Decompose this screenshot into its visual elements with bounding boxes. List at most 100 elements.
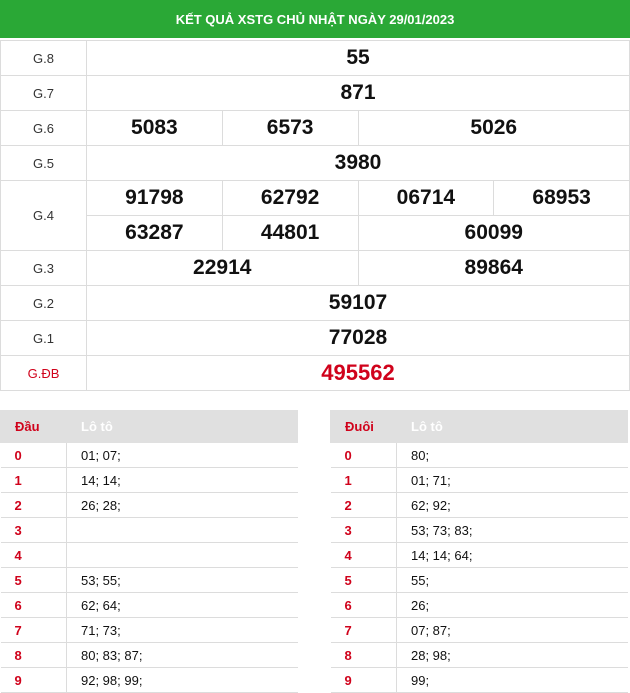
row-loto-values: 14; 14; 64;	[396, 542, 628, 568]
row-digit: 3	[0, 517, 67, 543]
row-loto-values: 80; 83; 87;	[66, 642, 298, 668]
row-digit: 3	[330, 517, 397, 543]
row-digit: 0	[0, 442, 67, 468]
table-row: 3	[0, 517, 298, 543]
prize-number: 44801	[221, 215, 359, 251]
prize-label: G.6	[0, 110, 87, 146]
row-digit: 2	[330, 492, 397, 518]
table-row: 1 01; 71;	[330, 467, 628, 493]
row-loto-values: 92; 98; 99;	[66, 667, 298, 693]
row-digit: 4	[0, 542, 67, 568]
prize-number: 91798	[86, 180, 223, 216]
prize-row-g5: G.5 3980	[0, 145, 630, 181]
row-loto-values: 28; 98;	[396, 642, 628, 668]
duoi-header: Đuôi	[330, 410, 397, 443]
row-digit: 7	[0, 617, 67, 643]
prize-row-g4: G.4 91798 62792 06714 68953	[0, 180, 630, 251]
table-row: 8 80; 83; 87;	[0, 642, 298, 668]
row-loto-values: 01; 71;	[396, 467, 628, 493]
prize-number: 5026	[357, 110, 630, 146]
prize-label-special: G.ĐB	[0, 355, 87, 391]
row-digit: 7	[330, 617, 397, 643]
prize-label: G.2	[0, 285, 87, 321]
row-digit: 8	[330, 642, 397, 668]
table-row: 1 14; 14;	[0, 467, 298, 493]
prize-row-g7: G.7 871	[0, 75, 630, 111]
row-loto-values: 26; 28;	[66, 492, 298, 518]
table-row: 9 92; 98; 99;	[0, 667, 298, 693]
row-loto-values: 62; 64;	[66, 592, 298, 618]
row-digit: 6	[330, 592, 397, 618]
row-loto-values: 26;	[396, 592, 628, 618]
prize-number: 22914	[86, 250, 359, 286]
special-prize-number: 495562	[86, 355, 630, 391]
loto-header: Lô tô	[396, 410, 628, 443]
row-digit: 1	[330, 467, 397, 493]
row-digit: 4	[330, 542, 397, 568]
prize-label: G.5	[0, 145, 87, 181]
prize-number: 5083	[86, 110, 223, 146]
table-row: 2 62; 92;	[330, 492, 628, 518]
prize-label: G.7	[0, 75, 87, 111]
prize-label: G.3	[0, 250, 87, 286]
row-digit: 2	[0, 492, 67, 518]
duoi-table-body: 0 80; 1 01; 71; 2 62; 92; 3 53; 73; 83; 4 14; 14;…	[330, 442, 628, 693]
prize-number: 06714	[357, 180, 495, 216]
row-loto-values	[66, 542, 298, 568]
row-loto-values: 99;	[396, 667, 628, 693]
prize-row-g3: G.3 22914 89864	[0, 250, 630, 286]
dau-loto-table: Đầu Lô tô 0 01; 07; 1 14; 14; 2 26; 28; 3 4 5 53;…	[0, 410, 298, 693]
row-digit: 6	[0, 592, 67, 618]
table-row: 0 01; 07;	[0, 442, 298, 468]
row-loto-values: 53; 73; 83;	[396, 517, 628, 543]
row-loto-values: 62; 92;	[396, 492, 628, 518]
table-row: 6 26;	[330, 592, 628, 618]
prize-number: 871	[86, 75, 630, 111]
prize-number: 68953	[493, 180, 630, 216]
table-row: 3 53; 73; 83;	[330, 517, 628, 543]
row-loto-values: 14; 14;	[66, 467, 298, 493]
table-row: 8 28; 98;	[330, 642, 628, 668]
table-row: 9 99;	[330, 667, 628, 693]
prize-row-g6: G.6 5083 6573 5026	[0, 110, 630, 146]
row-loto-values: 55;	[396, 567, 628, 593]
table-row: 7 07; 87;	[330, 617, 628, 643]
prize-label: G.4	[0, 180, 87, 251]
loto-header: Lô tô	[66, 410, 298, 443]
table-row: 5 53; 55;	[0, 567, 298, 593]
results-title: KẾT QUẢ XSTG CHỦ NHẬT NGÀY 29/01/2023	[0, 0, 630, 38]
prize-number: 89864	[357, 250, 630, 286]
row-digit: 5	[330, 567, 397, 593]
prize-number: 59107	[86, 285, 630, 321]
prize-row-special: G.ĐB 495562	[0, 355, 630, 391]
prize-label: G.8	[0, 40, 87, 76]
prize-row-g4-2: 63287 44801 60099	[1, 215, 630, 251]
table-row: 2 26; 28;	[0, 492, 298, 518]
row-digit: 0	[330, 442, 397, 468]
table-row: 5 55;	[330, 567, 628, 593]
prize-number: 77028	[86, 320, 630, 356]
row-loto-values: 07; 87;	[396, 617, 628, 643]
dau-table-body: 0 01; 07; 1 14; 14; 2 26; 28; 3 4 5 53; 55; 6 62; 6…	[0, 442, 298, 693]
row-loto-values	[66, 517, 298, 543]
row-digit: 5	[0, 567, 67, 593]
dau-header: Đầu	[0, 410, 67, 443]
prize-number: 60099	[357, 215, 630, 251]
duoi-header-row: Đuôi Lô tô	[330, 410, 628, 443]
prize-number: 3980	[86, 145, 630, 181]
dau-header-row: Đầu Lô tô	[0, 410, 298, 443]
prize-number: 6573	[221, 110, 359, 146]
row-loto-values: 71; 73;	[66, 617, 298, 643]
row-loto-values: 80;	[396, 442, 628, 468]
prize-number: 62792	[221, 180, 359, 216]
table-row: 4 14; 14; 64;	[330, 542, 628, 568]
row-digit: 9	[0, 667, 67, 693]
table-row: 7 71; 73;	[0, 617, 298, 643]
row-digit: 9	[330, 667, 397, 693]
table-row: 0 80;	[330, 442, 628, 468]
prize-number: 55	[86, 40, 630, 76]
row-digit: 1	[0, 467, 67, 493]
row-loto-values: 01; 07;	[66, 442, 298, 468]
prize-row-g8: G.8 55	[0, 40, 630, 76]
duoi-loto-table: Đuôi Lô tô 0 80; 1 01; 71; 2 62; 92; 3 53; 73; …	[330, 410, 628, 693]
